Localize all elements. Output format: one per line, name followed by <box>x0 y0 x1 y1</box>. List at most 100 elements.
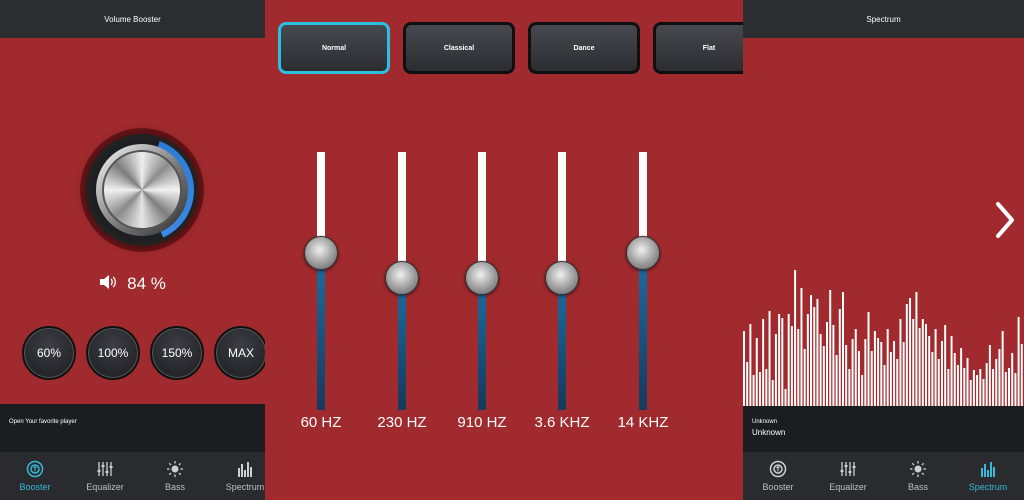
spectrum-bar <box>816 299 819 406</box>
eq-slider-thumb[interactable] <box>545 261 579 295</box>
chevron-right-icon[interactable] <box>993 200 1019 240</box>
eq-slider-thumb[interactable] <box>465 261 499 295</box>
preset-150-button[interactable]: 150% <box>150 326 204 380</box>
nav-equalizer[interactable]: Equalizer <box>76 452 134 500</box>
spectrum-bar <box>1008 368 1011 406</box>
spectrum-bar <box>854 329 857 406</box>
volume-presets: 60% 100% 150% MAX <box>22 326 282 382</box>
spectrum-bar <box>819 334 822 406</box>
spectrum-bar <box>1017 317 1020 406</box>
bottom-nav: Booster Equalizer Bass Spectrum <box>743 452 1024 500</box>
panel-title: Volume Booster <box>104 14 161 24</box>
spectrum-bar <box>749 324 752 406</box>
player-bar[interactable]: Open Your favorite player <box>0 404 265 452</box>
spectrum-bar <box>781 318 784 406</box>
spectrum-bar <box>966 358 969 406</box>
spectrum-icon <box>238 462 252 477</box>
equalizer-panel: Normal Classical Dance Flat 60 HZ 230 HZ 9… <box>265 0 743 500</box>
spectrum-bar <box>755 338 758 406</box>
eq-preset-classical[interactable]: Classical <box>403 22 515 74</box>
spectrum-bar <box>969 380 972 406</box>
eq-band-label: 60 HZ <box>300 414 342 431</box>
nav-spectrum[interactable]: Spectrum <box>959 452 1017 500</box>
volume-knob[interactable] <box>80 128 204 252</box>
nav-label: Spectrum <box>225 482 265 492</box>
spectrum-bar <box>960 348 963 406</box>
spectrum-bar <box>758 372 761 406</box>
eq-preset-flat[interactable]: Flat <box>653 22 743 74</box>
spectrum-bar <box>794 270 797 406</box>
spectrum-bar <box>918 328 921 406</box>
nav-equalizer[interactable]: Equalizer <box>819 452 877 500</box>
eq-slider-thumb[interactable] <box>626 236 660 270</box>
spectrum-bar <box>925 324 927 406</box>
spectrum-titlebar: Spectrum <box>743 0 1024 38</box>
eq-band-label: 910 HZ <box>457 414 507 431</box>
spectrum-visualizer <box>743 270 1023 406</box>
panel-title: Spectrum <box>866 14 901 24</box>
spectrum-bar <box>905 304 908 406</box>
preset-60-button[interactable]: 60% <box>22 326 76 380</box>
nav-label: Booster <box>762 482 794 492</box>
spectrum-bar <box>838 309 841 406</box>
nav-label: Equalizer <box>86 482 124 492</box>
spectrum-bar <box>992 369 995 406</box>
eq-slider-thumb[interactable] <box>385 261 419 295</box>
spectrum-bar <box>864 339 867 406</box>
spectrum-bar <box>995 359 998 406</box>
preset-max-button[interactable]: MAX <box>214 326 268 380</box>
spectrum-bar <box>889 352 892 406</box>
bottom-nav: Booster Equalizer Bass Spectrum <box>0 452 265 500</box>
spectrum-bar <box>835 355 838 406</box>
spectrum-bar <box>867 312 870 406</box>
nav-label: Equalizer <box>829 482 867 492</box>
spectrum-bar <box>950 336 953 406</box>
volume-booster-titlebar: Volume Booster <box>0 0 265 38</box>
nav-bass[interactable]: Bass <box>146 452 204 500</box>
spectrum-bar <box>988 345 991 406</box>
spectrum-bar <box>800 288 803 406</box>
nav-booster[interactable]: Booster <box>6 452 64 500</box>
spectrum-bar <box>893 341 896 406</box>
spectrum-bar <box>826 322 828 406</box>
nav-bass[interactable]: Bass <box>889 452 947 500</box>
spectrum-bar <box>880 342 883 406</box>
eq-band-label: 3.6 KHZ <box>534 414 590 431</box>
eq-preset-dance[interactable]: Dance <box>528 22 640 74</box>
spectrum-bar <box>1011 353 1014 406</box>
spectrum-bar <box>822 346 825 406</box>
spectrum-bar <box>813 307 816 406</box>
spectrum-bar <box>902 342 905 406</box>
spectrum-bar <box>1004 372 1007 406</box>
spectrum-bar <box>877 338 880 406</box>
spectrum-bar <box>998 349 1001 406</box>
spectrum-bar <box>1001 331 1004 406</box>
spectrum-bar <box>832 325 835 406</box>
spectrum-bar <box>787 314 790 406</box>
spectrum-bar <box>746 362 749 406</box>
preset-100-button[interactable]: 100% <box>86 326 140 380</box>
booster-icon <box>26 460 44 478</box>
spectrum-bar <box>851 339 854 406</box>
spectrum-bar <box>743 331 745 406</box>
spectrum-bar <box>771 380 774 406</box>
bass-icon <box>167 461 183 477</box>
player-bar[interactable]: Unknown Unknown <box>743 406 1024 452</box>
spectrum-bar <box>774 334 777 406</box>
nav-booster[interactable]: Booster <box>749 452 807 500</box>
eq-slider-track[interactable] <box>639 152 647 410</box>
nav-label: Spectrum <box>968 482 1008 492</box>
spectrum-bar <box>841 292 844 406</box>
spectrum-bar <box>762 319 765 406</box>
spectrum-bar <box>963 368 966 406</box>
eq-slider-track[interactable] <box>317 152 325 410</box>
spectrum-bar <box>912 319 915 406</box>
nav-label: Bass <box>907 482 928 492</box>
spectrum-bar <box>1014 373 1017 406</box>
track-artist: Unknown <box>752 419 778 425</box>
spectrum-bar <box>873 331 876 406</box>
spectrum-bar <box>953 353 956 406</box>
spectrum-bar <box>931 352 934 406</box>
eq-preset-normal[interactable]: Normal <box>278 22 390 74</box>
eq-slider-thumb[interactable] <box>304 236 338 270</box>
